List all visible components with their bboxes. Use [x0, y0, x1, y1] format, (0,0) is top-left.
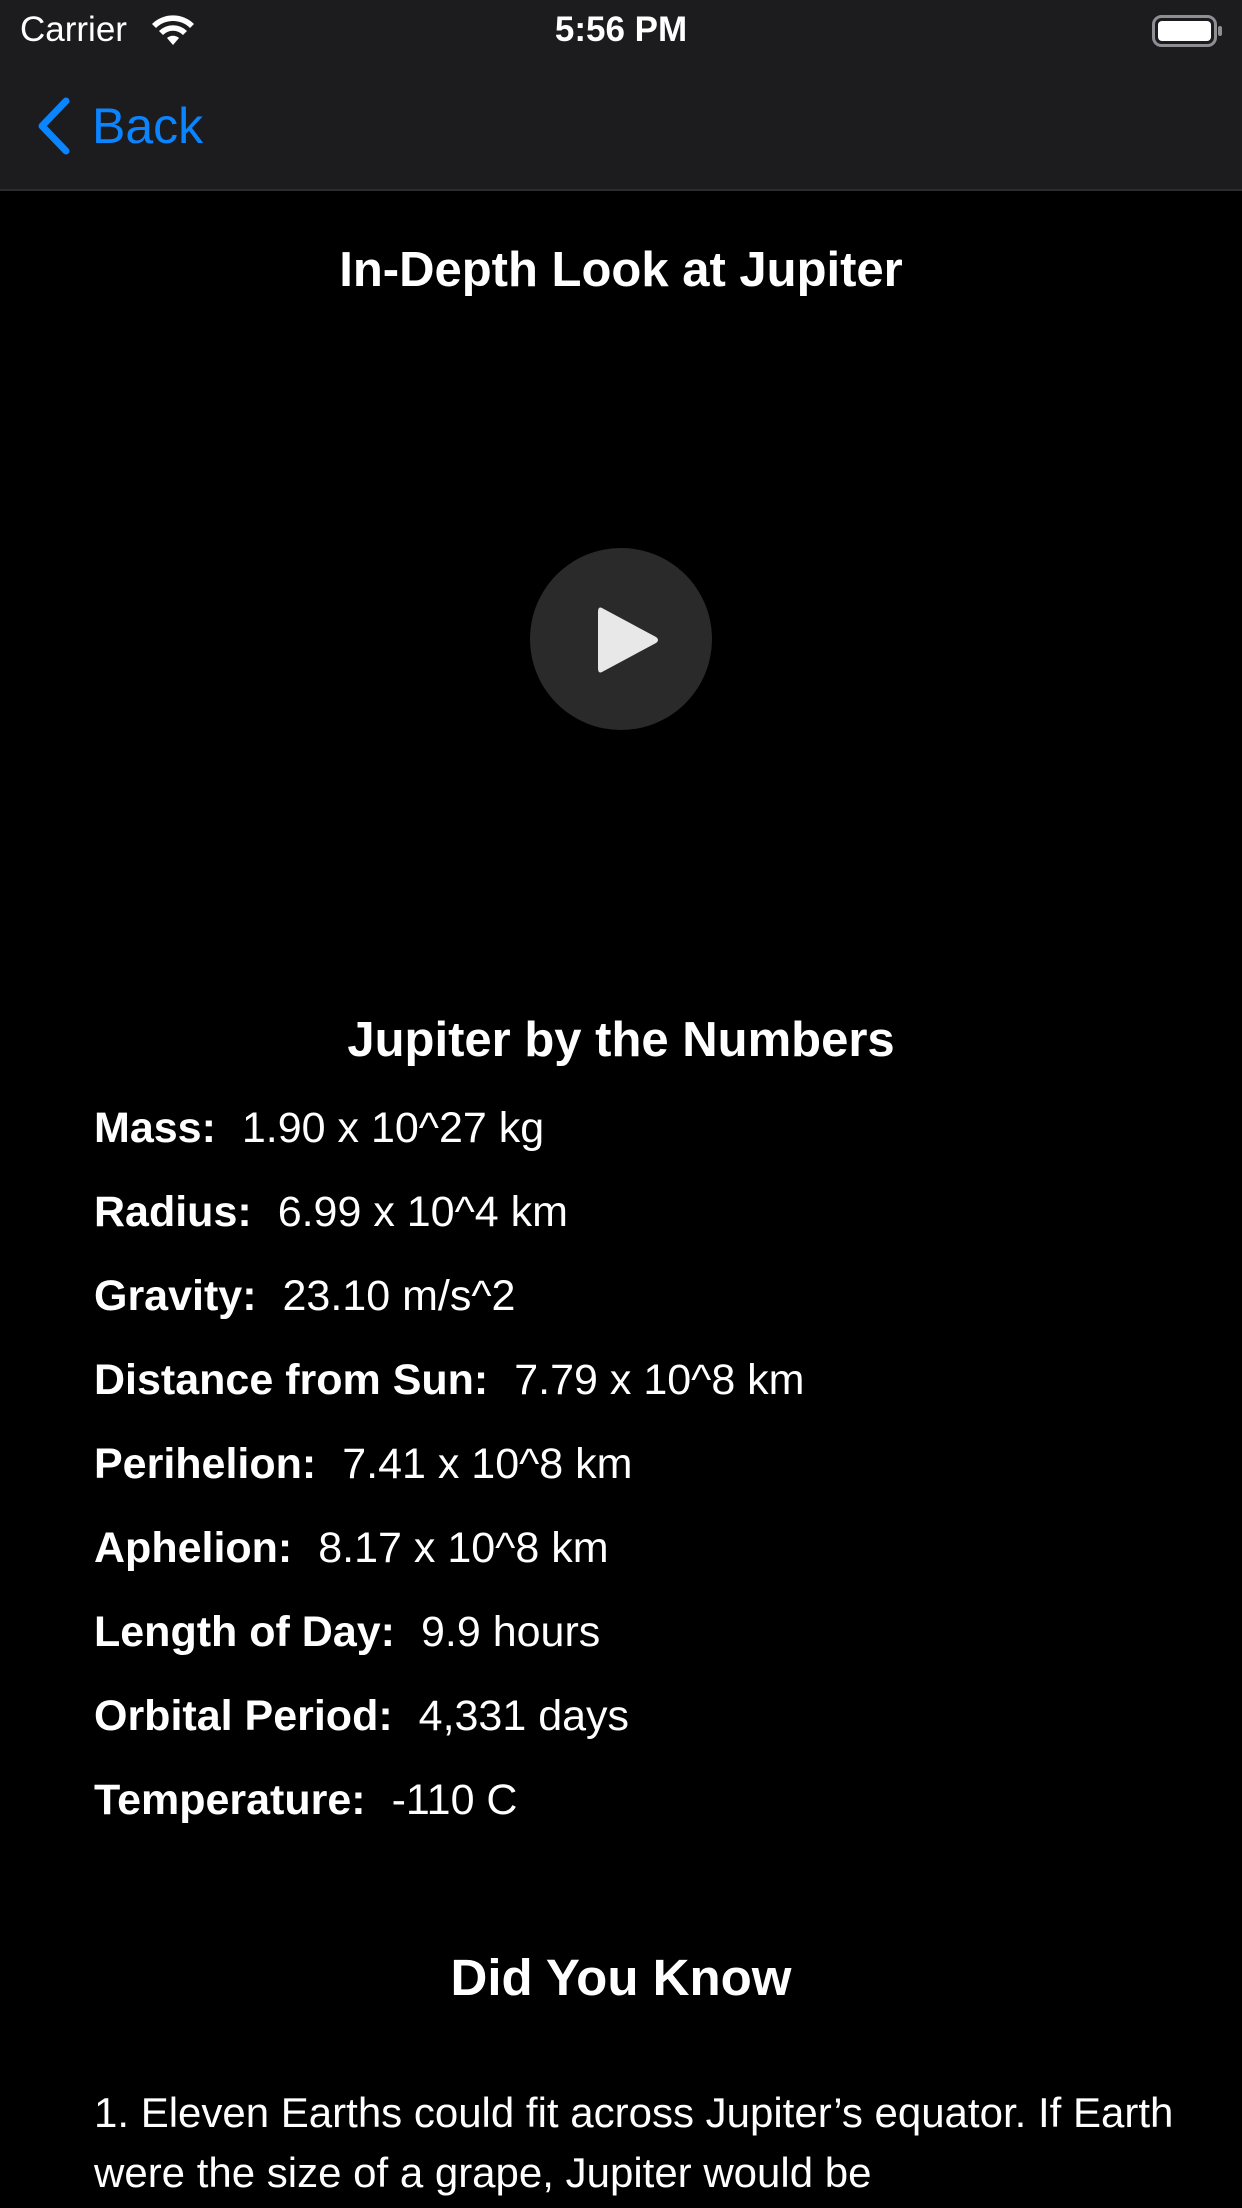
stat-label: Temperature: [94, 1776, 366, 1824]
stat-label: Perihelion: [94, 1440, 317, 1488]
stats-list: Mass: 1.90 x 10^27 kg Radius: 6.99 x 10^4 … [94, 1098, 1194, 1854]
back-button[interactable]: Back [36, 94, 203, 158]
stat-row-orbital-period: Orbital Period: 4,331 days [94, 1686, 1194, 1770]
stat-label: Mass: [94, 1104, 216, 1152]
stat-value: 8.17 x 10^8 km [318, 1524, 609, 1572]
stat-row-length-of-day: Length of Day: 9.9 hours [94, 1602, 1194, 1686]
stat-value: 23.10 m/s^2 [282, 1272, 516, 1320]
stat-value: 6.99 x 10^4 km [277, 1188, 568, 1236]
battery-icon [1152, 15, 1222, 47]
stat-value: 9.9 hours [420, 1608, 601, 1656]
stat-row-aphelion: Aphelion: 8.17 x 10^8 km [94, 1518, 1194, 1602]
stat-row-distance: Distance from Sun: 7.79 x 10^8 km [94, 1350, 1194, 1434]
back-label: Back [92, 98, 204, 154]
stat-row-perihelion: Perihelion: 7.41 x 10^8 km [94, 1434, 1194, 1518]
stat-label: Aphelion: [94, 1524, 293, 1572]
play-button[interactable] [530, 548, 712, 730]
stat-label: Gravity: [94, 1272, 257, 1320]
did-you-know-title: Did You Know [450, 1949, 792, 2006]
video-player[interactable] [0, 320, 1242, 960]
stat-row-temperature: Temperature: -110 C [94, 1770, 1194, 1854]
numbers-section-title: Jupiter by the Numbers [347, 1013, 895, 1067]
page-title: In-Depth Look at Jupiter [339, 243, 903, 297]
stat-row-gravity: Gravity: 23.10 m/s^2 [94, 1266, 1194, 1350]
stat-value: 4,331 days [418, 1692, 630, 1740]
stat-row-mass: Mass: 1.90 x 10^27 kg [94, 1098, 1194, 1182]
stat-label: Length of Day: [94, 1608, 395, 1656]
fact-paragraph: 1. Eleven Earths could fit across Jupite… [94, 2089, 1174, 2196]
stat-label: Radius: [94, 1188, 252, 1236]
play-icon [598, 607, 658, 673]
status-bar: Carrier 5:56 PM [0, 0, 1242, 60]
stat-value: 7.79 x 10^8 km [514, 1356, 805, 1404]
chevron-left-icon [38, 97, 70, 155]
stat-value: -110 C [391, 1776, 518, 1824]
navigation-bar: Back [0, 60, 1242, 191]
stat-value: 7.41 x 10^8 km [342, 1440, 633, 1488]
stat-label: Orbital Period: [94, 1692, 393, 1740]
stat-row-radius: Radius: 6.99 x 10^4 km [94, 1182, 1194, 1266]
status-time: 5:56 PM [554, 10, 688, 49]
stat-label: Distance from Sun: [94, 1356, 489, 1404]
stat-value: 1.90 x 10^27 kg [241, 1104, 545, 1152]
